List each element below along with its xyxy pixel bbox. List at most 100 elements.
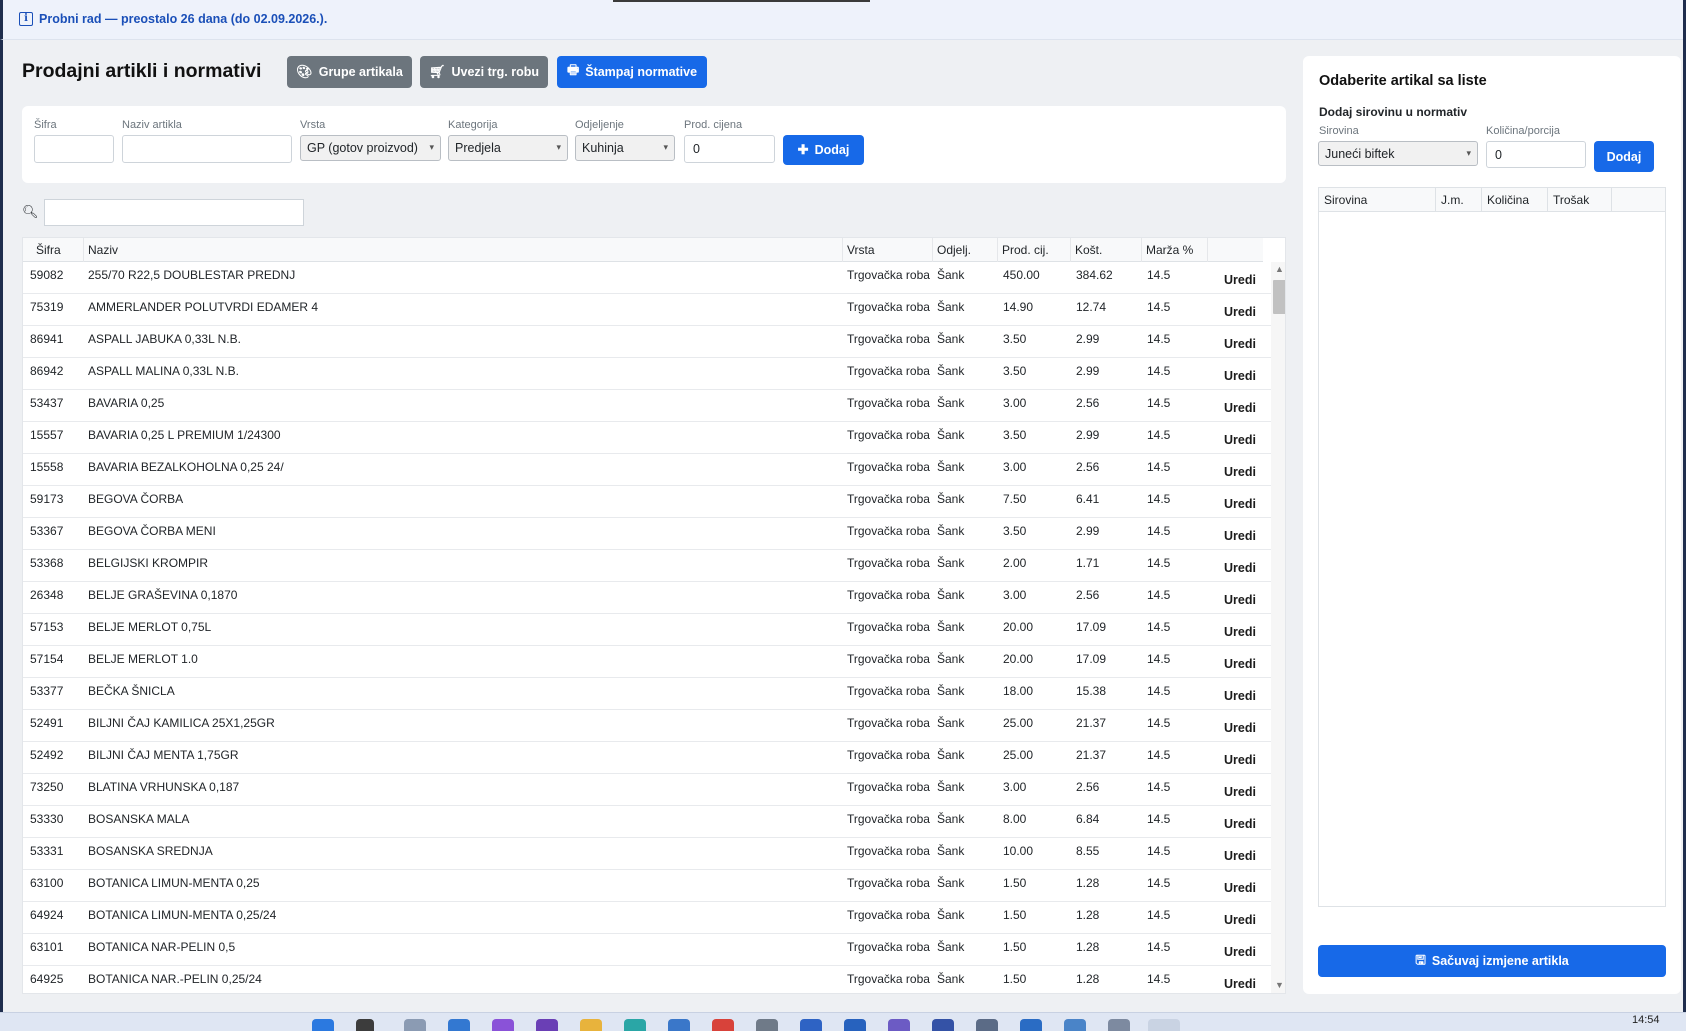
kolicina-input[interactable]: 0	[1486, 141, 1586, 168]
windows-start-icon[interactable]	[312, 1019, 334, 1031]
cell-odjel: Šank	[937, 620, 965, 634]
add-ingredient-button[interactable]: Dodaj	[1594, 141, 1654, 172]
edit-button[interactable]: Uredi	[1224, 785, 1256, 799]
edit-button[interactable]: Uredi	[1224, 305, 1256, 319]
app-icon[interactable]	[448, 1019, 470, 1031]
save-article-button[interactable]: 🖫︎ Sačuvaj izmjene artikla	[1318, 945, 1666, 977]
print-normatives-button[interactable]: 🖶︎ Štampaj normative	[557, 56, 707, 88]
table-row[interactable]: 53368 BELGIJSKI KROMPIR Trgovačka roba Šank…	[23, 550, 1271, 582]
edit-button[interactable]: Uredi	[1224, 945, 1256, 959]
cell-vrsta: Trgovačka roba	[847, 300, 930, 314]
col-marza[interactable]: Marža %	[1142, 238, 1208, 262]
edit-button[interactable]: Uredi	[1224, 977, 1256, 991]
search-input[interactable]	[44, 199, 304, 226]
cell-vrsta: Trgovačka roba	[847, 396, 930, 410]
col-naziv[interactable]: Naziv	[84, 238, 843, 262]
edit-button[interactable]: Uredi	[1224, 721, 1256, 735]
edit-button[interactable]: Uredi	[1224, 273, 1256, 287]
app-icon[interactable]	[1020, 1019, 1042, 1031]
scroll-up-icon[interactable]: ▲	[1275, 264, 1284, 274]
edge-icon[interactable]	[624, 1019, 646, 1031]
edit-button[interactable]: Uredi	[1224, 849, 1256, 863]
cell-odjel: Šank	[937, 300, 965, 314]
table-row[interactable]: 53330 BOSANSKA MALA Trgovačka roba Šank 8.00…	[23, 806, 1271, 838]
kolicina-label: Količina/porcija	[1486, 125, 1560, 137]
edit-button[interactable]: Uredi	[1224, 465, 1256, 479]
app-icon[interactable]	[756, 1019, 778, 1031]
sirovina-select[interactable]: Juneći biftek ▾	[1318, 141, 1478, 166]
table-row[interactable]: 53437 BAVARIA 0,25 Trgovačka roba Šank 3.00 2…	[23, 390, 1271, 422]
col-vrsta[interactable]: Vrsta	[843, 238, 933, 262]
table-row[interactable]: 57153 BELJE MERLOT 0,75L Trgovačka roba Šan…	[23, 614, 1271, 646]
folder-icon[interactable]	[580, 1019, 602, 1031]
odjeljenje-select[interactable]: Kuhinja ▾	[575, 135, 675, 161]
table-row[interactable]: 57154 BELJE MERLOT 1.0 Trgovačka roba Šank 2…	[23, 646, 1271, 678]
add-article-button[interactable]: ✚ Dodaj	[783, 135, 864, 165]
table-row[interactable]: 52491 BILJNI ČAJ KAMILICA 25X1,25GR Trgova…	[23, 710, 1271, 742]
sifra-input[interactable]	[34, 135, 114, 163]
cijena-input[interactable]: 0	[684, 135, 775, 163]
edit-button[interactable]: Uredi	[1224, 401, 1256, 415]
table-row[interactable]: 75319 AMMERLANDER POLUTVRDI EDAMER 4 Trgov…	[23, 294, 1271, 326]
table-row[interactable]: 64925 BOTANICA NAR.-PELIN 0,25/24 Trgovačk…	[23, 966, 1271, 993]
table-row[interactable]: 15557 BAVARIA 0,25 L PREMIUM 1/24300 Trgov…	[23, 422, 1271, 454]
col-odjel[interactable]: Odjelj.	[933, 238, 998, 262]
edit-button[interactable]: Uredi	[1224, 657, 1256, 671]
edit-button[interactable]: Uredi	[1224, 337, 1256, 351]
col-kost[interactable]: Košt.	[1071, 238, 1142, 262]
table-row[interactable]: 59173 BEGOVA ČORBA Trgovačka roba Šank 7.50 6…	[23, 486, 1271, 518]
edit-button[interactable]: Uredi	[1224, 913, 1256, 927]
app-icon[interactable]	[1064, 1019, 1086, 1031]
table-row[interactable]: 52492 BILJNI ČAJ MENTA 1,75GR Trgovačka ro…	[23, 742, 1271, 774]
edit-button[interactable]: Uredi	[1224, 753, 1256, 767]
table-row[interactable]: 64924 BOTANICA LIMUN-MENTA 0,25/24 Trgovač…	[23, 902, 1271, 934]
table-row[interactable]: 86941 ASPALL JABUKA 0,33L N.B. Trgovačka r…	[23, 326, 1271, 358]
chrome-icon[interactable]	[712, 1019, 734, 1031]
task-view-icon[interactable]	[404, 1019, 426, 1031]
edit-button[interactable]: Uredi	[1224, 433, 1256, 447]
scroll-down-icon[interactable]: ▼	[1275, 980, 1284, 990]
kategorija-select[interactable]: Predjela ▾	[448, 135, 568, 161]
app-icon[interactable]	[976, 1019, 998, 1031]
table-row[interactable]: 53331 BOSANSKA SREDNJA Trgovačka roba Šank 1…	[23, 838, 1271, 870]
table-row[interactable]: 53367 BEGOVA ČORBA MENI Trgovačka roba Šank…	[23, 518, 1271, 550]
naziv-input[interactable]	[122, 135, 292, 163]
col-cijena[interactable]: Prod. cij.	[998, 238, 1071, 262]
edit-button[interactable]: Uredi	[1224, 817, 1256, 831]
edit-button[interactable]: Uredi	[1224, 625, 1256, 639]
outlook-icon[interactable]	[844, 1019, 866, 1031]
edit-button[interactable]: Uredi	[1224, 497, 1256, 511]
cell-vrsta: Trgovačka roba	[847, 268, 930, 282]
table-row[interactable]: 53377 BEČKA ŠNICLA Trgovačka roba Šank 18.00…	[23, 678, 1271, 710]
edit-button[interactable]: Uredi	[1224, 593, 1256, 607]
visual-studio-icon[interactable]	[536, 1019, 558, 1031]
active-app-icon[interactable]	[1148, 1019, 1180, 1031]
app-icon[interactable]	[800, 1019, 822, 1031]
edit-button[interactable]: Uredi	[1224, 529, 1256, 543]
scroll-thumb[interactable]	[1273, 280, 1285, 314]
edit-button[interactable]: Uredi	[1224, 369, 1256, 383]
panel-title: Odaberite artikal sa liste	[1319, 73, 1487, 89]
col-sifra[interactable]: Šifra	[32, 238, 84, 262]
table-row[interactable]: 63100 BOTANICA LIMUN-MENTA 0,25 Trgovačka …	[23, 870, 1271, 902]
table-row[interactable]: 73250 BLATINA VRHUNSKA 0,187 Trgovačka rob…	[23, 774, 1271, 806]
edit-button[interactable]: Uredi	[1224, 881, 1256, 895]
cell-kost: 2.56	[1076, 460, 1100, 474]
edit-button[interactable]: Uredi	[1224, 561, 1256, 575]
edit-button[interactable]: Uredi	[1224, 689, 1256, 703]
vrsta-select[interactable]: GP (gotov proizvod) ▾	[300, 135, 441, 161]
app-icon[interactable]	[492, 1019, 514, 1031]
table-scrollbar[interactable]: ▲ ▼	[1271, 262, 1285, 993]
table-row[interactable]: 86942 ASPALL MALINA 0,33L N.B. Trgovačka r…	[23, 358, 1271, 390]
app-icon[interactable]	[932, 1019, 954, 1031]
app-icon[interactable]	[1108, 1019, 1130, 1031]
import-goods-button[interactable]: 🛒︎ Uvezi trg. robu	[420, 56, 548, 88]
table-row[interactable]: 63101 BOTANICA NAR-PELIN 0,5 Trgovačka rob…	[23, 934, 1271, 966]
search-icon[interactable]	[356, 1019, 374, 1031]
table-row[interactable]: 59082 255/70 R22,5 DOUBLESTAR PREDNJ Trgov…	[23, 262, 1271, 294]
table-row[interactable]: 15558 BAVARIA BEZALKOHOLNA 0,25 24/Trgova…	[23, 454, 1271, 486]
teams-icon[interactable]	[888, 1019, 910, 1031]
groups-button[interactable]: 🎨︎ Grupe artikala	[287, 56, 412, 88]
table-row[interactable]: 26348 BELJE GRAŠEVINA 0,1870 Trgovačka rob…	[23, 582, 1271, 614]
app-icon[interactable]	[668, 1019, 690, 1031]
